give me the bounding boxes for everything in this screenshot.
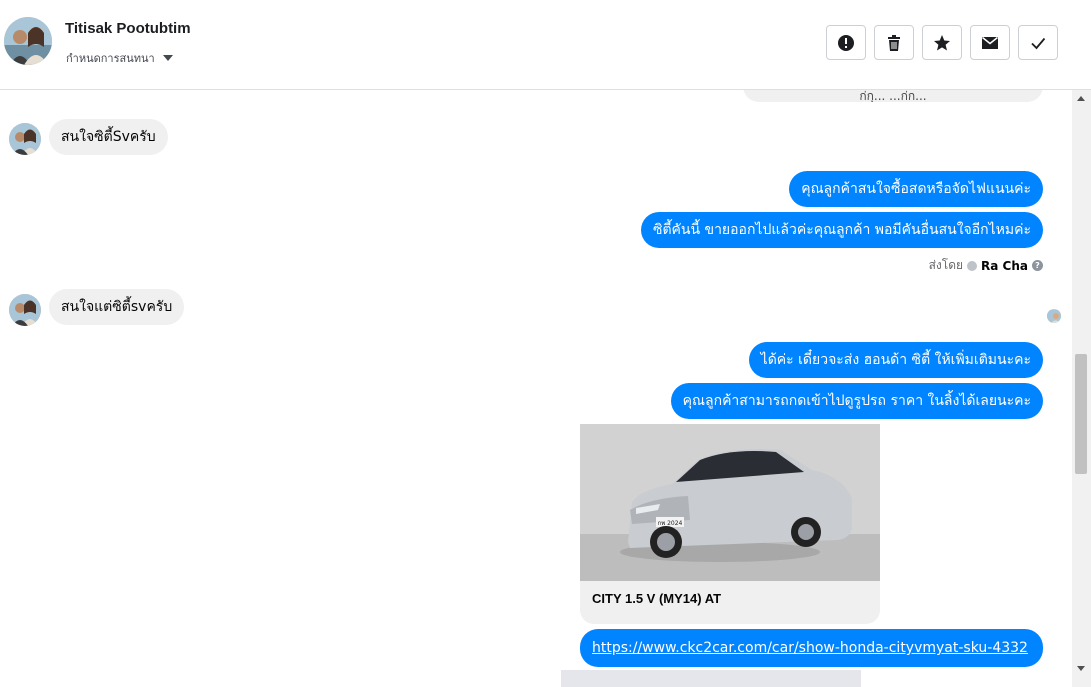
outgoing-link-message: https://www.ckc2car.com/car/show-honda-c… (580, 629, 1043, 667)
page-icon (967, 260, 978, 271)
conversation-header: Titisak Pootubtim กำหนดการสนทนา (0, 0, 1091, 90)
license-plate: กพ 2024 (658, 520, 683, 527)
scroll-down-arrow-icon[interactable] (1077, 666, 1085, 671)
scrollbar-thumb[interactable] (1075, 354, 1087, 474)
alert-circle-icon (838, 34, 854, 51)
sent-by-label: ส่งโดย Ra Cha ? (929, 256, 1043, 275)
seen-indicator-avatar (1047, 309, 1061, 323)
sender-name: Ra Cha (981, 258, 1028, 273)
car-title[interactable]: CITY 1.5 V (MY14) AT (580, 581, 880, 616)
incoming-message: สนใจแต่ซิตี้svครับ (49, 289, 185, 325)
message-preview-partial (561, 670, 861, 687)
outgoing-message: ซิตี้คันนี้ ขายออกไปแล้วค่ะคุณลูกค้า พอม… (640, 212, 1043, 248)
envelope-icon (982, 36, 998, 49)
contact-avatar[interactable] (4, 17, 52, 65)
scroll-up-arrow-icon[interactable] (1077, 96, 1085, 101)
message-bubble-partial: ก่กุ... ...ก่ก... (743, 90, 1043, 102)
outgoing-message: คุณลูกค้าสามารถกดเข้าไปดูรูปรถ ราคา ในลิ… (670, 383, 1043, 419)
sent-by-text: ส่งโดย (928, 258, 964, 272)
incoming-message: สนใจซิตี้Svครับ (49, 119, 168, 155)
car-link-preview-card[interactable]: กพ 2024 CITY 1.5 V (MY14) AT (580, 424, 880, 624)
delete-button[interactable] (874, 25, 914, 60)
help-icon[interactable]: ? (1032, 260, 1043, 271)
trash-icon (888, 34, 900, 51)
assign-label: กำหนดการสนทนา (66, 52, 155, 65)
check-icon (1031, 37, 1046, 49)
chat-scrollbar[interactable] (1072, 90, 1091, 687)
car-listing-link[interactable]: https://www.ckc2car.com/car/show-honda-c… (592, 640, 1028, 656)
star-icon (934, 34, 950, 50)
outgoing-message: ได้ค่ะ เดี๋ยวจะส่ง ฮอนด้า ซิตี้ ให้เพิ่ม… (748, 342, 1043, 378)
contact-avatar-small (9, 123, 41, 155)
outgoing-message: คุณลูกค้าสนใจซื้อสดหรือจัดไฟแนนค่ะ (789, 171, 1043, 207)
car-photo: กพ 2024 (580, 424, 880, 581)
caret-down-icon (162, 55, 173, 61)
contact-avatar-small (9, 294, 41, 326)
contact-name[interactable]: Titisak Pootubtim (65, 20, 191, 37)
message-thread[interactable]: ก่กุ... ...ก่ก... สนใจซิตี้Svครับ คุณลูก… (0, 90, 1072, 687)
spam-button[interactable] (826, 25, 866, 60)
mark-unread-button[interactable] (970, 25, 1010, 60)
mark-done-button[interactable] (1018, 25, 1058, 60)
star-button[interactable] (922, 25, 962, 60)
assign-conversation-dropdown[interactable]: กำหนดการสนทนา (66, 49, 173, 67)
